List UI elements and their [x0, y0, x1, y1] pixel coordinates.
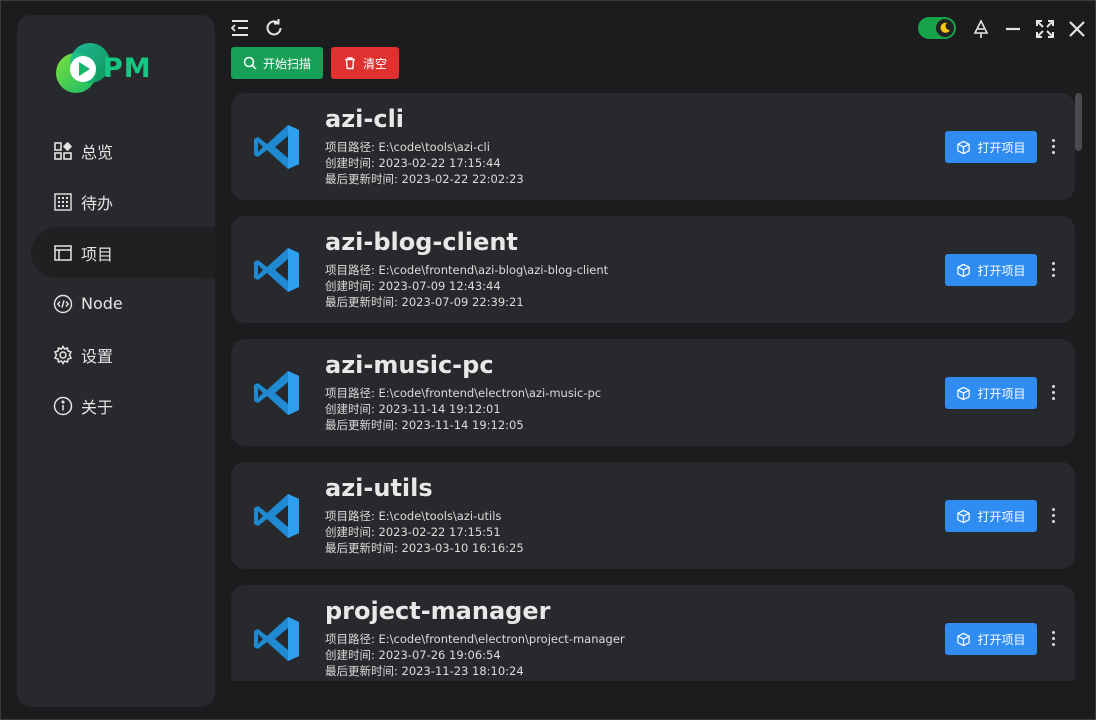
- more-options-icon[interactable]: [1045, 627, 1061, 649]
- open-project-button[interactable]: 打开项目: [945, 623, 1037, 655]
- project-path: 项目路径: E:\code\frontend\azi-blog\azi-blog…: [325, 263, 609, 277]
- sidebar-item-todo[interactable]: 待办: [17, 176, 215, 227]
- info-icon: [53, 396, 73, 416]
- project-name: azi-cli: [325, 105, 405, 133]
- cube-icon: [957, 140, 971, 154]
- window-icon: [53, 243, 73, 263]
- cube-icon: [957, 632, 971, 646]
- sidebar-item-overview[interactable]: 总览: [17, 125, 215, 176]
- project-card: project-manager 项目路径: E:\code\frontend\e…: [231, 585, 1075, 681]
- start-scan-label: 开始扫描: [262, 56, 311, 71]
- project-card: azi-utils 项目路径: E:\code\tools\azi-utils …: [231, 462, 1075, 569]
- code-icon: [53, 294, 73, 314]
- sidebar-item-label: 设置: [81, 346, 114, 366]
- sidebar-item-label: 待办: [81, 193, 114, 213]
- project-path: 项目路径: E:\code\frontend\electron\project-…: [325, 632, 625, 646]
- trash-icon: [344, 57, 355, 70]
- vscode-icon: [254, 617, 299, 661]
- app-window: PM 总览 待办 项目 Node 设置 关于 开始扫描 清空 azi-cli 项…: [0, 0, 1096, 720]
- gear-icon: [53, 344, 73, 365]
- project-name: azi-utils: [325, 474, 433, 502]
- project-created: 创建时间: 2023-02-22 17:15:51: [325, 525, 501, 539]
- project-list: azi-cli 项目路径: E:\code\tools\azi-cli 创建时间…: [231, 93, 1075, 681]
- calendar-grid-icon: [53, 192, 73, 212]
- project-path: 项目路径: E:\code\frontend\electron\azi-musi…: [325, 386, 602, 400]
- project-updated: 最后更新时间: 2023-07-09 22:39:21: [325, 295, 524, 309]
- maximize-icon[interactable]: [1035, 19, 1055, 39]
- close-icon[interactable]: [1067, 19, 1087, 39]
- minimize-icon[interactable]: [1003, 19, 1023, 39]
- project-created: 创建时间: 2023-07-09 12:43:44: [325, 279, 501, 293]
- project-updated: 最后更新时间: 2023-03-10 16:16:25: [325, 541, 524, 555]
- project-updated: 最后更新时间: 2023-02-22 22:02:23: [325, 172, 524, 186]
- project-name: project-manager: [325, 597, 551, 625]
- more-options-icon[interactable]: [1045, 381, 1061, 403]
- vscode-icon: [254, 371, 299, 415]
- open-project-label: 打开项目: [977, 263, 1026, 278]
- project-created: 创建时间: 2023-02-22 17:15:44: [325, 156, 501, 170]
- sidebar-item-label: 关于: [81, 397, 114, 417]
- open-project-button[interactable]: 打开项目: [945, 377, 1037, 409]
- project-created: 创建时间: 2023-11-14 19:12:01: [325, 402, 501, 416]
- open-project-button[interactable]: 打开项目: [945, 254, 1037, 286]
- open-project-label: 打开项目: [977, 140, 1026, 155]
- dashboard-icon: [53, 141, 73, 161]
- project-card: azi-cli 项目路径: E:\code\tools\azi-cli 创建时间…: [231, 93, 1075, 200]
- start-scan-button[interactable]: 开始扫描: [231, 47, 323, 79]
- open-project-label: 打开项目: [977, 509, 1026, 524]
- more-options-icon[interactable]: [1045, 258, 1061, 280]
- sidebar-nav: 总览 待办 项目 Node 设置 关于: [17, 125, 215, 431]
- clear-label: 清空: [362, 56, 387, 71]
- scrollbar[interactable]: [1075, 93, 1082, 151]
- sidebar-item-label: Node: [81, 294, 123, 313]
- collapse-menu-icon[interactable]: [229, 17, 251, 39]
- more-options-icon[interactable]: [1045, 135, 1061, 157]
- open-project-button[interactable]: 打开项目: [945, 131, 1037, 163]
- search-icon: [243, 56, 257, 70]
- project-updated: 最后更新时间: 2023-11-14 19:12:05: [325, 418, 524, 432]
- project-card: azi-blog-client 项目路径: E:\code\frontend\a…: [231, 216, 1075, 323]
- more-options-icon[interactable]: [1045, 504, 1061, 526]
- open-project-label: 打开项目: [977, 632, 1026, 647]
- project-card: azi-music-pc 项目路径: E:\code\frontend\elec…: [231, 339, 1075, 446]
- sidebar: PM 总览 待办 项目 Node 设置 关于: [17, 15, 215, 707]
- project-path: 项目路径: E:\code\tools\azi-utils: [325, 509, 502, 523]
- project-name: azi-blog-client: [325, 228, 518, 256]
- sidebar-item-settings[interactable]: 设置: [17, 329, 215, 380]
- project-name: azi-music-pc: [325, 351, 494, 379]
- cube-icon: [957, 386, 971, 400]
- project-updated: 最后更新时间: 2023-11-23 18:10:24: [325, 664, 524, 678]
- sidebar-item-label: 项目: [81, 244, 114, 264]
- open-project-button[interactable]: 打开项目: [945, 500, 1037, 532]
- theme-toggle[interactable]: [918, 17, 956, 39]
- cube-icon: [957, 263, 971, 277]
- open-project-label: 打开项目: [977, 386, 1026, 401]
- sidebar-item-node[interactable]: Node: [17, 278, 215, 329]
- vscode-icon: [254, 494, 299, 538]
- moon-icon: [936, 19, 954, 37]
- project-path: 项目路径: E:\code\tools\azi-cli: [325, 140, 490, 154]
- vscode-icon: [254, 125, 299, 169]
- sidebar-item-label: 总览: [81, 142, 114, 162]
- project-created: 创建时间: 2023-07-26 19:06:54: [325, 648, 501, 662]
- vscode-icon: [254, 248, 299, 292]
- refresh-icon[interactable]: [263, 17, 285, 39]
- sidebar-item-about[interactable]: 关于: [17, 380, 215, 431]
- cube-icon: [957, 509, 971, 523]
- clear-button[interactable]: 清空: [331, 47, 399, 79]
- logo-text: PM: [103, 53, 152, 84]
- pin-icon[interactable]: [971, 19, 991, 39]
- sidebar-item-projects[interactable]: 项目: [31, 227, 215, 278]
